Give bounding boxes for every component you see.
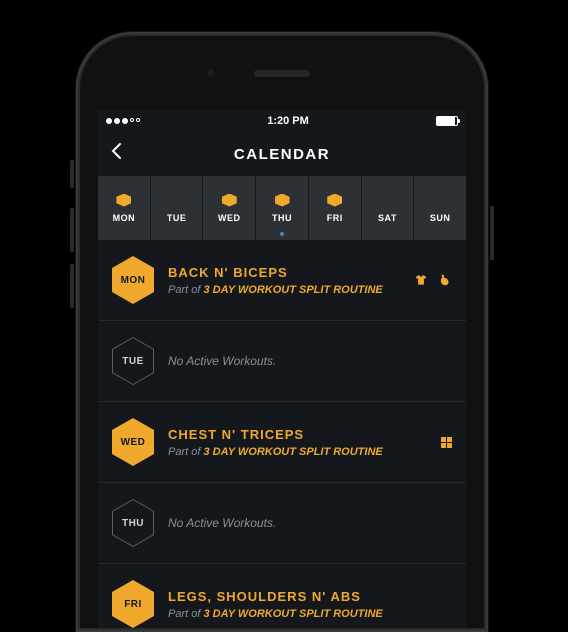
- workout-row-tue[interactable]: TUE No Active Workouts.: [98, 321, 466, 402]
- day-hex-label: FRI: [124, 599, 142, 610]
- workout-row-body: LEGS, SHOULDERS N' ABS Part of 3 DAY WORK…: [168, 589, 452, 620]
- day-hex-label: THU: [122, 518, 144, 529]
- day-code-label: THU: [272, 213, 292, 223]
- hexagon-icon: [327, 194, 342, 207]
- battery-icon: [436, 116, 458, 126]
- day-hex-badge: WED: [112, 418, 154, 466]
- phone-camera: [206, 68, 216, 78]
- phone-volume-up: [70, 208, 74, 252]
- day-hex-badge: MON: [112, 256, 154, 304]
- day-hex-label: TUE: [122, 356, 144, 367]
- workout-list[interactable]: MON BACK N' BICEPS Part of 3 DAY WORKOUT S…: [98, 240, 466, 628]
- page-title: CALENDAR: [234, 146, 330, 163]
- week-day-mon[interactable]: MON: [98, 176, 151, 240]
- grid-icon: [441, 437, 452, 448]
- hexagon-icon: [275, 194, 290, 207]
- day-hex-badge: THU: [112, 499, 154, 547]
- shirt-icon: [414, 273, 428, 287]
- workout-row-wed[interactable]: WED CHEST N' TRICEPS Part of 3 DAY WORKOUT…: [98, 402, 466, 483]
- day-code-label: SAT: [378, 213, 397, 223]
- week-day-tue[interactable]: TUE: [151, 176, 204, 240]
- workout-row-body: CHEST N' TRICEPS Part of 3 DAY WORKOUT SP…: [168, 427, 427, 458]
- workout-subtitle: Part of 3 DAY WORKOUT SPLIT ROUTINE: [168, 608, 452, 620]
- hexagon-icon: [116, 194, 131, 207]
- routine-name: 3 DAY WORKOUT SPLIT ROUTINE: [203, 608, 382, 620]
- phone-speaker: [254, 70, 310, 77]
- week-day-sun[interactable]: SUN: [414, 176, 466, 240]
- week-day-fri[interactable]: FRI: [309, 176, 362, 240]
- day-hex-badge: TUE: [112, 337, 154, 385]
- workout-row-fri[interactable]: FRI LEGS, SHOULDERS N' ABS Part of 3 DAY W…: [98, 564, 466, 628]
- status-time: 1:20 PM: [267, 115, 309, 127]
- workout-icons: [414, 273, 452, 287]
- today-indicator: [280, 232, 284, 236]
- workout-title: CHEST N' TRICEPS: [168, 427, 427, 442]
- week-strip: MON TUE WED THU FRI SAT SUN: [98, 176, 466, 240]
- chevron-left-icon: [110, 142, 122, 160]
- workout-row-body: No Active Workouts.: [168, 516, 452, 530]
- back-button[interactable]: [110, 142, 122, 166]
- phone-power-button: [490, 206, 494, 260]
- day-code-label: WED: [218, 213, 241, 223]
- navbar: CALENDAR: [98, 132, 466, 176]
- hexagon-icon: [380, 194, 395, 207]
- hexagon-icon: [169, 194, 184, 207]
- routine-name: 3 DAY WORKOUT SPLIT ROUTINE: [203, 446, 382, 458]
- no-workouts-label: No Active Workouts.: [168, 516, 452, 530]
- app-screen: 1:20 PM CALENDAR MON TUE WED THU FRI SAT SUN M…: [98, 110, 466, 628]
- week-day-thu[interactable]: THU: [256, 176, 309, 240]
- day-hex-badge: FRI: [112, 580, 154, 628]
- no-workouts-label: No Active Workouts.: [168, 354, 452, 368]
- week-day-wed[interactable]: WED: [203, 176, 256, 240]
- phone-mute-switch: [70, 160, 74, 188]
- routine-name: 3 DAY WORKOUT SPLIT ROUTINE: [203, 284, 382, 296]
- workout-icons: [441, 437, 452, 448]
- day-hex-label: MON: [121, 275, 146, 286]
- phone-frame: 1:20 PM CALENDAR MON TUE WED THU FRI SAT SUN M…: [76, 32, 488, 632]
- workout-title: BACK N' BICEPS: [168, 265, 400, 280]
- day-code-label: SUN: [430, 213, 451, 223]
- workout-row-body: BACK N' BICEPS Part of 3 DAY WORKOUT SPLI…: [168, 265, 400, 296]
- week-day-sat[interactable]: SAT: [362, 176, 415, 240]
- hexagon-icon: [433, 194, 448, 207]
- workout-row-body: No Active Workouts.: [168, 354, 452, 368]
- day-hex-label: WED: [121, 437, 146, 448]
- status-bar: 1:20 PM: [98, 110, 466, 132]
- workout-subtitle: Part of 3 DAY WORKOUT SPLIT ROUTINE: [168, 284, 400, 296]
- workout-subtitle: Part of 3 DAY WORKOUT SPLIT ROUTINE: [168, 446, 427, 458]
- workout-row-mon[interactable]: MON BACK N' BICEPS Part of 3 DAY WORKOUT S…: [98, 240, 466, 321]
- workout-row-thu[interactable]: THU No Active Workouts.: [98, 483, 466, 564]
- day-code-label: TUE: [167, 213, 187, 223]
- hexagon-icon: [222, 194, 237, 207]
- workout-title: LEGS, SHOULDERS N' ABS: [168, 589, 452, 604]
- day-code-label: MON: [113, 213, 136, 223]
- day-code-label: FRI: [327, 213, 343, 223]
- arm-icon: [438, 273, 452, 287]
- signal-strength-icon: [106, 118, 140, 124]
- phone-volume-down: [70, 264, 74, 308]
